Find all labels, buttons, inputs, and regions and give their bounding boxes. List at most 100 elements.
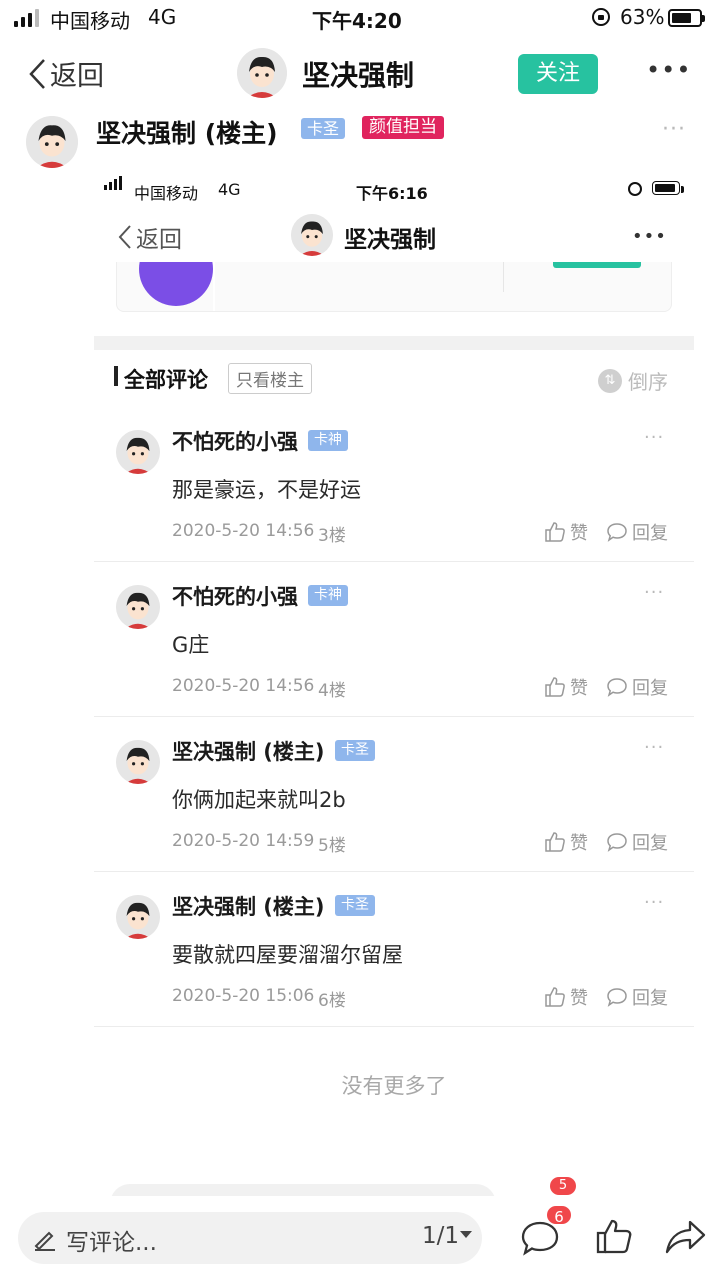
card-action-button[interactable] xyxy=(553,262,641,268)
comment-item[interactable]: 不怕死的小强 卡神 ··· 那是豪运，不是好运 2020-5-20 14:56 3楼 赞 回复 xyxy=(94,407,694,562)
comment-text: G庄 xyxy=(172,633,210,657)
comment-floor: 4楼 xyxy=(318,681,346,701)
comment-like-label: 赞 xyxy=(570,988,588,1009)
embedded-screenshot: 中国移动 4G 下午6:16 返回 坚决强制 ••• 全部评论 只看楼主 ⇅ 倒… xyxy=(94,170,694,1200)
commenter-name[interactable]: 不怕死的小强 xyxy=(172,581,298,611)
page-title: 坚决强制 xyxy=(302,59,415,92)
page-indicator[interactable]: 1/1 xyxy=(422,1223,459,1249)
inner-page-title: 坚决强制 xyxy=(344,227,436,253)
signal-icon xyxy=(14,9,39,27)
comment-reply-label: 回复 xyxy=(632,833,668,854)
commenter-tag: 卡神 xyxy=(308,585,348,606)
sort-toggle[interactable]: ⇅ 倒序 xyxy=(598,366,668,395)
commenter-name[interactable]: 坚决强制 (楼主) xyxy=(172,736,325,766)
inner-back-button[interactable]: 返回 xyxy=(116,220,182,254)
commenter-name[interactable]: 坚决强制 (楼主) xyxy=(172,891,325,921)
thumbs-up-icon xyxy=(545,522,565,542)
comment-more-icon[interactable]: ··· xyxy=(644,737,664,758)
comment-input[interactable]: 写评论... 1/1 xyxy=(18,1212,482,1264)
comment-time: 2020-5-20 15:06 xyxy=(172,986,315,1006)
commenter-tag: 卡圣 xyxy=(335,740,375,761)
speech-bubble-icon xyxy=(607,523,627,542)
comment-more-icon[interactable]: ··· xyxy=(644,427,664,448)
comment-reply-button[interactable]: 回复 xyxy=(606,674,668,700)
inner-rotation-lock-icon xyxy=(628,182,642,196)
pencil-icon xyxy=(34,1231,55,1251)
comment-count-badge: 6 xyxy=(545,1204,573,1226)
nav-bar: 返回 坚决强制 关注 ••• xyxy=(0,40,720,110)
inner-avatar[interactable] xyxy=(291,214,333,256)
comment-item[interactable]: 不怕死的小强 卡神 ··· G庄 2020-5-20 14:56 4楼 赞 回复 xyxy=(94,562,694,717)
inner-signal-icon xyxy=(104,176,122,190)
inner-battery-icon xyxy=(652,181,684,195)
comment-like-button[interactable]: 赞 xyxy=(544,829,588,855)
author-avatar[interactable] xyxy=(26,116,78,168)
share-arrow-icon xyxy=(665,1220,706,1254)
comment-reply-button[interactable]: 回复 xyxy=(606,829,668,855)
thumbs-up-icon xyxy=(545,832,565,852)
inner-comment-count-badge: 5 xyxy=(550,1177,576,1195)
comment-item[interactable]: 坚决强制 (楼主) 卡圣 ··· 你俩加起来就叫2b 2020-5-20 14:59 5楼… xyxy=(94,717,694,872)
comment-like-label: 赞 xyxy=(570,833,588,854)
inner-chevron-left-icon xyxy=(118,225,131,249)
speech-bubble-icon xyxy=(607,988,627,1007)
commenter-avatar[interactable] xyxy=(116,585,160,629)
commenter-avatar[interactable] xyxy=(116,430,160,474)
comment-more-icon[interactable]: ··· xyxy=(644,892,664,913)
comment-reply-button[interactable]: 回复 xyxy=(606,984,668,1010)
rotation-lock-icon xyxy=(592,8,610,26)
comment-reply-label: 回复 xyxy=(632,678,668,699)
thumbs-up-icon xyxy=(596,1219,632,1254)
comment-like-button[interactable]: 赞 xyxy=(544,674,588,700)
article-card-remnant[interactable] xyxy=(116,262,672,312)
back-label: 返回 xyxy=(50,61,104,92)
comment-floor: 6楼 xyxy=(318,991,346,1011)
avatar[interactable] xyxy=(237,48,287,98)
comment-time: 2020-5-20 14:59 xyxy=(172,831,315,851)
speech-bubble-icon xyxy=(607,833,627,852)
comment-time: 2020-5-20 14:56 xyxy=(172,521,315,541)
sort-label: 倒序 xyxy=(628,370,668,394)
commenter-avatar[interactable] xyxy=(116,740,160,784)
comment-like-label: 赞 xyxy=(570,523,588,544)
battery-percent: 63% xyxy=(620,5,665,29)
comment-time: 2020-5-20 14:56 xyxy=(172,676,315,696)
comment-reply-label: 回复 xyxy=(632,988,668,1009)
carrier-label: 中国移动 xyxy=(50,9,130,33)
inner-back-label: 返回 xyxy=(136,227,182,253)
share-button[interactable] xyxy=(664,1218,706,1256)
like-button[interactable] xyxy=(594,1216,634,1256)
comment-reply-button[interactable]: 回复 xyxy=(606,519,668,545)
comment-floor: 5楼 xyxy=(318,836,346,856)
post-more-icon[interactable]: ··· xyxy=(662,117,686,142)
comment-like-button[interactable]: 赞 xyxy=(544,984,588,1010)
author-tag-rank: 卡圣 xyxy=(301,118,346,139)
author-name[interactable]: 坚决强制 (楼主) xyxy=(96,114,278,150)
author-tag-title: 颜值担当 xyxy=(362,116,444,139)
no-more-label: 没有更多了 xyxy=(341,1074,447,1098)
comment-placeholder: 写评论... xyxy=(66,1230,157,1256)
clock: 下午4:20 xyxy=(312,9,402,33)
comment-like-button[interactable]: 赞 xyxy=(544,519,588,545)
comment-more-icon[interactable]: ··· xyxy=(644,582,664,603)
inner-more-dots-icon[interactable]: ••• xyxy=(632,226,667,247)
follow-button[interactable]: 关注 xyxy=(518,54,598,94)
bottom-bar: 写评论... 1/1 6 xyxy=(0,1196,720,1280)
chevron-left-icon xyxy=(29,58,45,89)
commenter-avatar[interactable] xyxy=(116,895,160,939)
status-bar: 中国移动 4G 下午4:20 63% xyxy=(0,0,720,36)
back-button[interactable]: 返回 xyxy=(26,54,104,93)
comment-item[interactable]: 坚决强制 (楼主) 卡圣 ··· 要散就四屋要溜溜尔留屋 2020-5-20 15:06… xyxy=(94,872,694,1027)
comment-reply-label: 回复 xyxy=(632,523,668,544)
commenter-name[interactable]: 不怕死的小强 xyxy=(172,426,298,456)
inner-network-label: 4G xyxy=(218,180,241,199)
sort-icon: ⇅ xyxy=(598,368,622,393)
more-dots-icon[interactable]: ••• xyxy=(646,56,691,84)
caret-down-icon[interactable] xyxy=(460,1231,472,1238)
comment-floor: 3楼 xyxy=(318,526,346,546)
thumbs-up-icon xyxy=(545,987,565,1007)
comment-like-label: 赞 xyxy=(570,678,588,699)
comment-list: 不怕死的小强 卡神 ··· 那是豪运，不是好运 2020-5-20 14:56 3楼赞回复… xyxy=(94,407,694,1027)
host-only-filter[interactable]: 只看楼主 xyxy=(228,363,312,394)
battery-icon xyxy=(668,9,705,27)
